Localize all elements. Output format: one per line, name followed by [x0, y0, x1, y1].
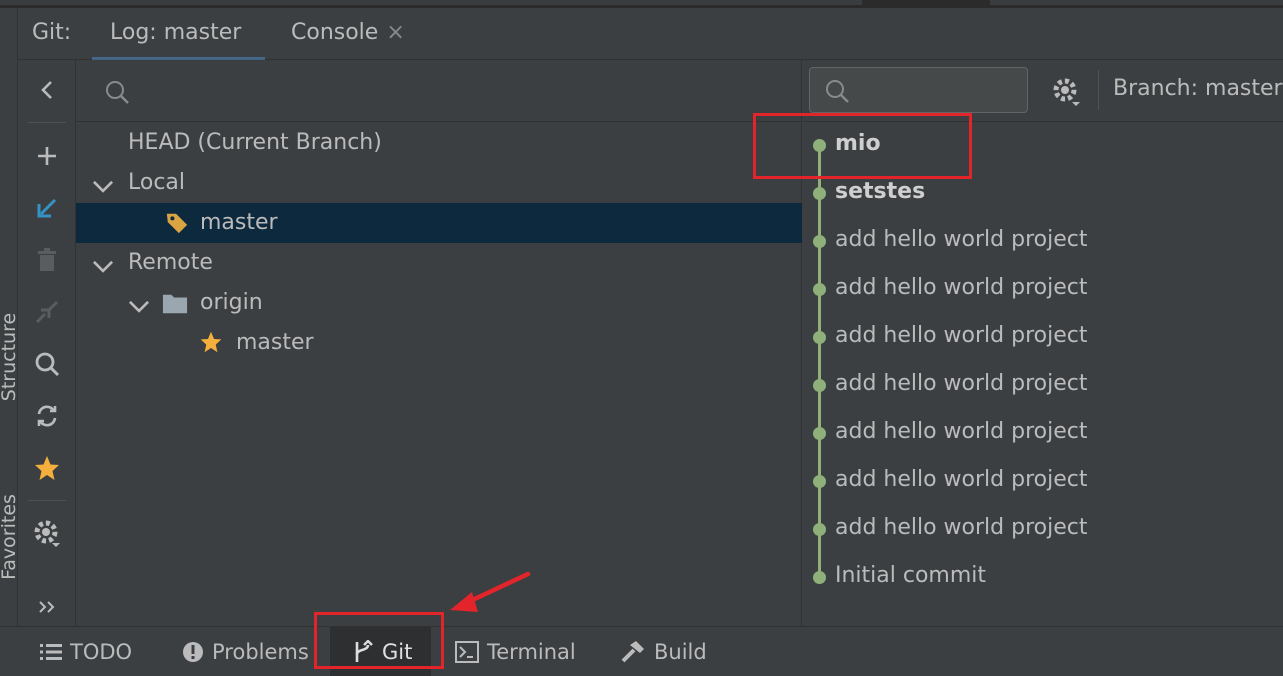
tree-item-origin-master[interactable]: master — [76, 323, 802, 363]
chevron-down-icon[interactable] — [126, 295, 152, 319]
close-icon[interactable]: × — [386, 20, 404, 45]
branch-search-field[interactable] — [76, 60, 802, 122]
commit-row[interactable]: add hello world project — [803, 266, 1283, 314]
commit-graph-node — [813, 571, 826, 584]
commit-graph-node — [813, 523, 826, 536]
commit-row[interactable]: add hello world project — [803, 458, 1283, 506]
delete-icon[interactable] — [32, 245, 62, 275]
tree-item-label: master — [236, 330, 314, 355]
commit-graph-node — [813, 187, 826, 200]
list-icon — [40, 644, 62, 660]
tool-button-label: Terminal — [487, 640, 576, 664]
commit-message: add hello world project — [835, 227, 1088, 252]
gear-icon[interactable] — [1051, 76, 1083, 108]
star-icon[interactable] — [32, 453, 62, 483]
commit-search-field[interactable] — [809, 67, 1028, 113]
commit-graph-node — [813, 475, 826, 488]
tree-group-remote[interactable]: Remote — [76, 243, 802, 283]
tree-item-local-master[interactable]: master — [76, 203, 802, 243]
more-icon[interactable] — [32, 592, 62, 622]
toolbar-separator — [28, 500, 66, 501]
top-strip — [0, 0, 1283, 8]
tree-group-origin[interactable]: origin — [76, 283, 802, 323]
tab-console[interactable]: Console × — [291, 20, 405, 45]
collapse-left-icon[interactable] — [32, 75, 62, 105]
tree-item-label: Remote — [128, 250, 213, 275]
folder-icon — [162, 294, 188, 314]
refresh-icon[interactable] — [32, 401, 62, 431]
commit-message: add hello world project — [835, 419, 1088, 444]
gear-icon[interactable] — [32, 518, 62, 548]
tool-button-label: Problems — [212, 640, 309, 664]
checkout-icon[interactable] — [32, 193, 62, 223]
search-icon — [106, 81, 129, 104]
commit-graph-node — [813, 235, 826, 248]
tab-label: Console — [291, 20, 379, 45]
tree-group-local[interactable]: Local — [76, 163, 802, 203]
problems-icon — [183, 642, 203, 662]
structure-tool-label[interactable]: Structure — [0, 304, 20, 410]
search-icon[interactable] — [32, 349, 62, 379]
branches-tree-panel: HEAD (Current Branch) Local master Remot… — [76, 60, 802, 626]
annotation-highlight-box — [753, 113, 972, 179]
commit-message: add hello world project — [835, 275, 1088, 300]
tool-button-label: TODO — [70, 640, 133, 664]
tree-item-label: origin — [200, 290, 263, 315]
tree-item-label: HEAD (Current Branch) — [128, 130, 382, 155]
top-strip-segment — [0, 0, 862, 5]
build-tool-button[interactable]: Build — [620, 627, 707, 676]
commit-row[interactable]: add hello world project — [803, 314, 1283, 362]
commit-message: add hello world project — [835, 515, 1088, 540]
tree-item-label: master — [200, 210, 278, 235]
branch-filter-dropdown[interactable]: Branch: master — [1113, 76, 1283, 101]
commit-message: add hello world project — [835, 371, 1088, 396]
commit-graph-node — [813, 427, 826, 440]
commit-row[interactable]: add hello world project — [803, 218, 1283, 266]
commit-graph-node — [813, 283, 826, 296]
star-icon — [200, 331, 222, 353]
tab-log-master[interactable]: Log: master — [91, 20, 266, 61]
commit-row[interactable]: add hello world project — [803, 506, 1283, 554]
side-tool-strip: Structure Favorites — [0, 8, 20, 626]
commit-message: Initial commit — [835, 563, 987, 588]
commit-row[interactable]: add hello world project — [803, 410, 1283, 458]
branches-toolbar — [18, 60, 76, 626]
terminal-tool-button[interactable]: Terminal — [455, 627, 576, 676]
annotation-arrow — [450, 571, 531, 612]
tool-button-label: Build — [654, 640, 707, 664]
top-strip-segment — [990, 0, 1283, 5]
toolbar-separator — [1098, 70, 1099, 110]
commit-row[interactable]: add hello world project — [803, 362, 1283, 410]
commit-graph-node — [813, 331, 826, 344]
chevron-down-icon[interactable] — [90, 175, 116, 199]
commit-message: add hello world project — [835, 467, 1088, 492]
tool-window-title: Git: — [32, 20, 72, 45]
git-tool-window-header: Git: Log: master Console × — [18, 8, 1283, 61]
favorites-tool-label[interactable]: Favorites — [0, 484, 20, 590]
tool-window-bar: TODO Problems Git Terminal Build — [0, 626, 1283, 676]
commit-graph-node — [813, 379, 826, 392]
todo-tool-button[interactable]: TODO — [40, 627, 132, 676]
toolbar-separator — [28, 122, 66, 123]
merge-icon[interactable] — [32, 297, 62, 327]
commit-message: setstes — [835, 179, 926, 204]
terminal-icon — [455, 641, 479, 663]
add-icon[interactable] — [32, 141, 62, 171]
tag-icon — [166, 213, 188, 234]
tree-item-head[interactable]: HEAD (Current Branch) — [76, 123, 802, 163]
problems-tool-button[interactable]: Problems — [182, 627, 309, 676]
annotation-highlight-box — [314, 612, 444, 669]
chevron-down-icon[interactable] — [90, 255, 116, 279]
tab-label: Log: master — [110, 20, 242, 45]
commit-row[interactable]: Initial commit — [803, 554, 1283, 602]
commit-message: add hello world project — [835, 323, 1088, 348]
hammer-icon — [621, 641, 644, 663]
search-icon — [826, 80, 849, 103]
tree-item-label: Local — [128, 170, 186, 195]
